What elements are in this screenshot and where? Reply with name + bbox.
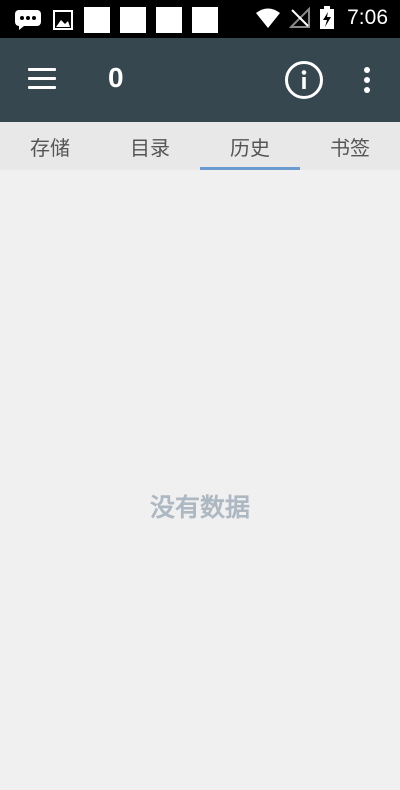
clock: 7:06	[347, 6, 388, 29]
tab-directory[interactable]: 目录	[100, 122, 200, 170]
tab-bookmarks[interactable]: 书签	[300, 122, 400, 170]
more-vert-icon[interactable]	[356, 66, 378, 94]
tab-storage[interactable]: 存储	[0, 122, 100, 170]
battery-charging-icon	[320, 6, 335, 29]
toolbar-title: 0	[108, 62, 124, 93]
history-list: 没有数据	[0, 170, 400, 790]
toolbar: 0	[0, 38, 400, 122]
notification-placeholder	[84, 7, 110, 33]
no-signal-icon	[289, 7, 311, 28]
info-icon[interactable]	[284, 60, 324, 100]
notification-placeholder	[156, 7, 182, 33]
message-icon	[15, 10, 41, 30]
menu-icon[interactable]	[28, 68, 56, 92]
tab-bar: 存储 目录 历史 书签	[0, 122, 400, 170]
notification-placeholder	[192, 7, 218, 33]
notification-placeholder	[120, 7, 146, 33]
wifi-icon	[256, 8, 281, 28]
status-bar: 7:06	[0, 0, 400, 38]
image-icon	[53, 10, 73, 30]
empty-state-message: 没有数据	[149, 493, 250, 522]
tab-history[interactable]: 历史	[200, 122, 300, 170]
